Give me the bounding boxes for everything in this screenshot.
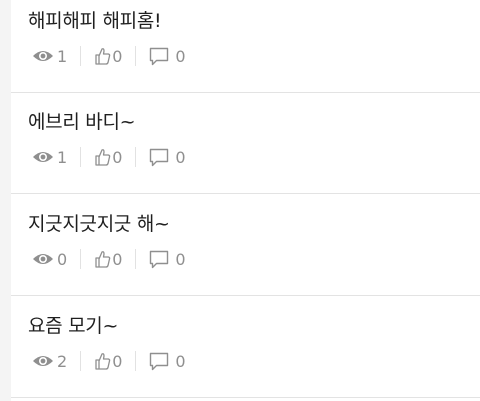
speech-bubble-icon[interactable] xyxy=(149,250,169,269)
post-item[interactable]: 해피해피 해피홈! 1 0 0 xyxy=(11,0,480,93)
view-count: 1 xyxy=(32,44,67,68)
comment-count[interactable]: 0 xyxy=(149,44,186,68)
speech-bubble-icon[interactable] xyxy=(149,148,169,167)
post-list: 해피해피 해피홈! 1 0 0 에브리 바디~ 1 0 0 지긋지긋지긋 해~ … xyxy=(11,0,480,401)
view-count-value: 0 xyxy=(57,249,68,269)
stat-divider xyxy=(135,249,137,269)
eye-icon xyxy=(33,254,53,264)
like-count-value: 0 xyxy=(112,351,123,371)
speech-bubble-icon[interactable] xyxy=(149,352,169,371)
post-stats: 1 0 0 xyxy=(32,145,186,169)
comment-count[interactable]: 0 xyxy=(149,349,186,373)
like-count-value: 0 xyxy=(112,249,123,269)
eye-icon xyxy=(33,51,53,61)
thumbs-up-icon[interactable] xyxy=(94,352,111,370)
comment-count[interactable]: 0 xyxy=(149,247,186,271)
view-count-value: 1 xyxy=(57,147,68,167)
post-title[interactable]: 지긋지긋지긋 해~ xyxy=(28,209,170,236)
view-count: 2 xyxy=(32,349,67,373)
post-stats: 2 0 0 xyxy=(32,349,186,373)
stat-divider xyxy=(80,147,82,167)
stat-divider xyxy=(80,249,82,269)
stat-divider xyxy=(80,351,82,371)
post-title[interactable]: 해피해피 해피홈! xyxy=(28,6,162,33)
like-count[interactable]: 0 xyxy=(94,145,122,169)
speech-bubble-icon[interactable] xyxy=(149,47,169,66)
view-count: 0 xyxy=(32,247,67,271)
view-count: 1 xyxy=(32,145,67,169)
like-count[interactable]: 0 xyxy=(94,247,122,271)
post-stats: 1 0 0 xyxy=(32,44,186,68)
view-count-value: 1 xyxy=(57,46,68,66)
post-item[interactable]: 에브리 바디~ 1 0 0 xyxy=(11,93,480,194)
like-count-value: 0 xyxy=(112,147,123,167)
thumbs-up-icon[interactable] xyxy=(94,47,111,65)
stat-divider xyxy=(135,351,137,371)
post-stats: 0 0 0 xyxy=(32,247,186,271)
comment-count-value: 0 xyxy=(175,351,186,371)
comment-count-value: 0 xyxy=(175,147,186,167)
view-count-value: 2 xyxy=(57,351,68,371)
like-count[interactable]: 0 xyxy=(94,349,122,373)
stat-divider xyxy=(135,147,137,167)
post-title[interactable]: 요즘 모기~ xyxy=(28,311,118,338)
eye-icon xyxy=(33,356,53,366)
post-item[interactable]: 지긋지긋지긋 해~ 0 0 0 xyxy=(11,195,480,296)
like-count-value: 0 xyxy=(112,46,123,66)
stat-divider xyxy=(80,46,82,66)
eye-icon xyxy=(33,152,53,162)
comment-count[interactable]: 0 xyxy=(149,145,186,169)
thumbs-up-icon[interactable] xyxy=(94,148,111,166)
comment-count-value: 0 xyxy=(175,46,186,66)
like-count[interactable]: 0 xyxy=(94,44,122,68)
post-title[interactable]: 에브리 바디~ xyxy=(28,107,136,134)
post-item[interactable]: 요즘 모기~ 2 0 0 xyxy=(11,297,480,398)
comment-count-value: 0 xyxy=(175,249,186,269)
thumbs-up-icon[interactable] xyxy=(94,250,111,268)
stat-divider xyxy=(135,46,137,66)
